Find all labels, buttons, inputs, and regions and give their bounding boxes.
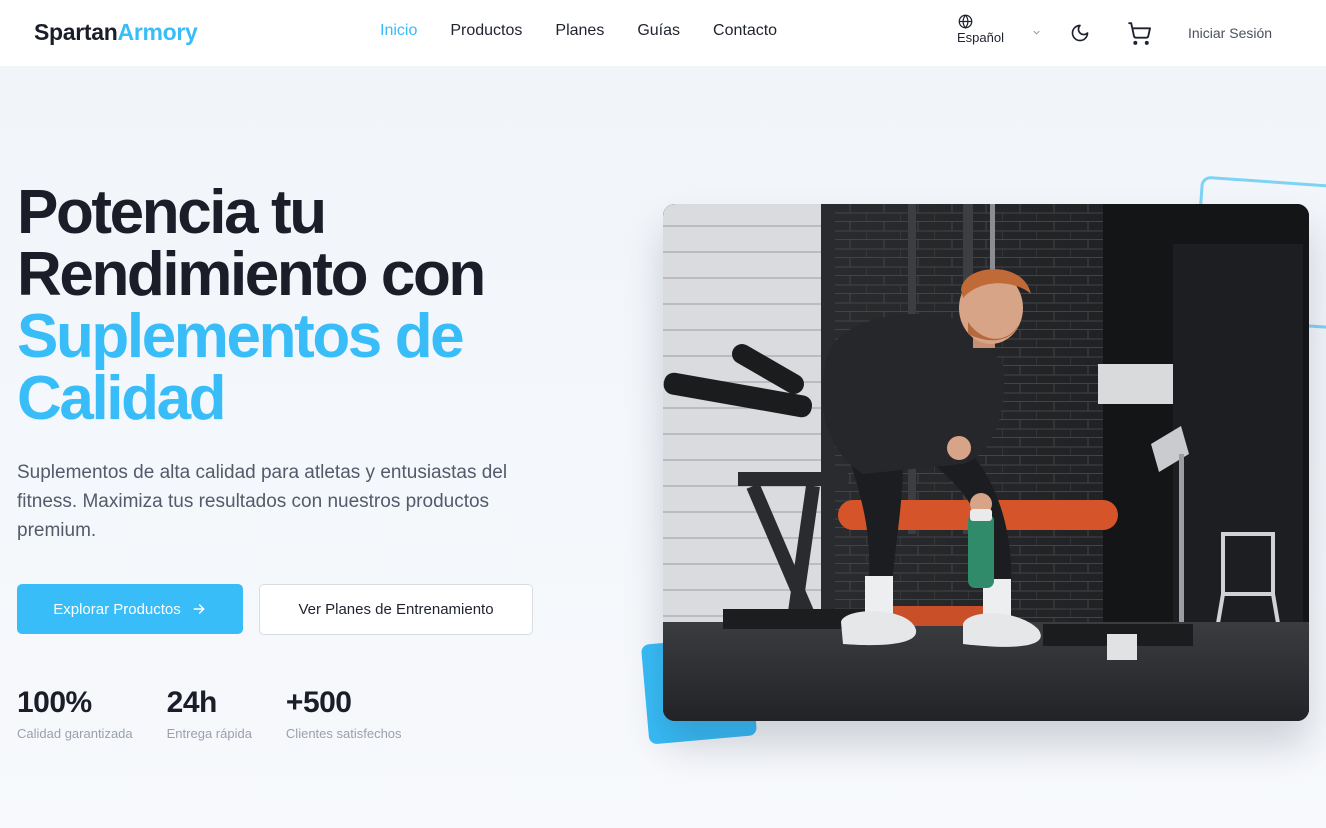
login-link[interactable]: Iniciar Sesión — [1188, 25, 1272, 41]
stat-label: Clientes satisfechos — [285, 726, 402, 741]
stat-value: 100% — [17, 686, 92, 719]
stats-row: 100% Calidad garantizada 24h Entrega ráp… — [17, 686, 436, 741]
stat-quality: 100% Calidad garantizada — [17, 686, 133, 741]
nav-item-planes[interactable]: Planes — [555, 22, 604, 40]
nav-item-productos[interactable]: Productos — [450, 22, 522, 40]
hero-description: Suplementos de alta calidad para atletas… — [17, 462, 508, 541]
training-plans-label: Ver Planes de Entrenamiento — [298, 601, 494, 618]
hero-title-highlight2: Calidad — [17, 364, 227, 433]
chevron-down-icon[interactable] — [1031, 27, 1042, 38]
brand-logo[interactable]: Spartan Armory — [34, 19, 198, 46]
hero-title-line1: Potencia tu — [17, 178, 327, 247]
arrow-right-icon — [193, 604, 205, 614]
hero-title-line2: Rendimiento con — [17, 240, 486, 309]
nav-item-guias[interactable]: Guías — [637, 22, 680, 40]
nav-item-inicio[interactable]: Inicio — [380, 22, 417, 40]
stat-customers: +500 Clientes satisfechos — [286, 686, 402, 741]
explore-products-label: Explorar Productos — [53, 600, 181, 618]
explore-products-button[interactable]: Explorar Productos — [17, 584, 243, 634]
athlete-gym-illustration — [663, 204, 1309, 721]
language-label: Español — [957, 30, 1004, 45]
nav-item-contacto[interactable]: Contacto — [713, 22, 777, 40]
language-selector[interactable]: Español — [957, 14, 1004, 45]
top-navbar: Spartan Armory Inicio Productos Planes Gu… — [0, 0, 1326, 66]
training-plans-button[interactable]: Ver Planes de Entrenamiento — [259, 584, 533, 635]
stat-label: Calidad garantizada — [17, 726, 133, 741]
cart-icon[interactable] — [1127, 21, 1152, 46]
stat-value: +500 — [285, 686, 352, 719]
brand-name-part1: Spartan — [34, 19, 118, 45]
globe-icon — [958, 14, 973, 29]
stat-delivery: 24h Entrega rápida — [167, 686, 252, 741]
moon-icon[interactable] — [1070, 23, 1090, 43]
stat-value: 24h — [166, 686, 218, 719]
brand-name-part2: Armory — [117, 19, 198, 45]
main-nav: Inicio Productos Planes Guías Contacto — [380, 22, 777, 40]
hero-title-highlight1: Suplementos de — [17, 302, 465, 371]
hero-image — [663, 204, 1309, 721]
hero-title: Potencia tu Rendimiento con Suplementos … — [17, 182, 577, 430]
stat-label: Entrega rápida — [166, 726, 252, 741]
